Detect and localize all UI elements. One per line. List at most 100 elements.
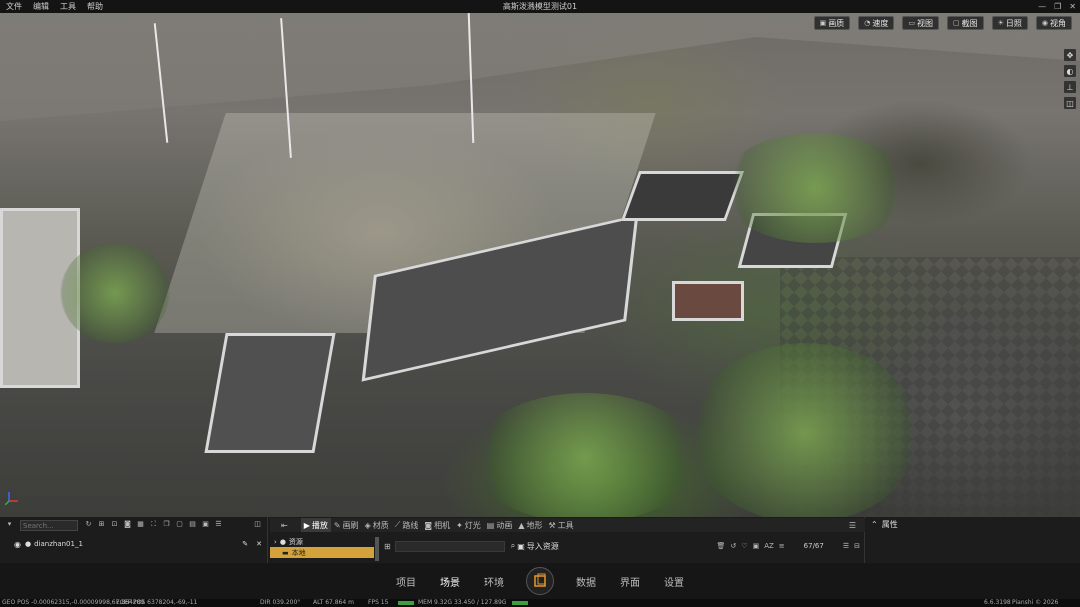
select-icon[interactable]: ⛶	[149, 520, 158, 529]
terrain-icon: ▲	[518, 520, 525, 530]
tab-path[interactable]: ⟋ 路线	[392, 518, 422, 532]
tree-label: 资源	[288, 537, 303, 546]
material-icon: ◈	[364, 520, 371, 530]
tab-animation[interactable]: ▤ 动画	[484, 518, 516, 532]
nav-interface[interactable]: 界面	[620, 574, 640, 589]
splitter-handle[interactable]	[375, 537, 379, 561]
grid-view-icon[interactable]: ⊟	[854, 542, 860, 550]
menu-help[interactable]: 帮助	[85, 0, 112, 13]
vegetation	[60, 243, 170, 343]
tree-item-local[interactable]: ▬ 本地	[270, 547, 374, 558]
tab-tools[interactable]: ⚒ 工具	[546, 518, 577, 532]
list-icon[interactable]: ☰	[214, 520, 223, 529]
ground-icon[interactable]: ⊥	[1064, 81, 1076, 93]
image-icon[interactable]: ▣	[753, 542, 760, 550]
expand-icon[interactable]: ›	[274, 538, 277, 546]
remove-icon[interactable]: ✕	[256, 540, 262, 548]
sunlight-label: 日照	[1005, 18, 1022, 28]
screenshot-button[interactable]: ▢ 截图	[946, 16, 984, 30]
pin-icon: ●	[24, 540, 32, 548]
nav-project[interactable]: 项目	[396, 574, 416, 589]
tab-terrain[interactable]: ▲ 地形	[515, 518, 545, 532]
tab-brush[interactable]: ✎ 画刷	[331, 518, 362, 532]
view-button[interactable]: ▭ 视图	[902, 16, 939, 30]
tab-camera[interactable]: ◙ 相机	[421, 518, 453, 532]
play-icon: ▶	[303, 520, 310, 530]
app-logo-icon[interactable]	[526, 567, 554, 595]
viewport-toolbar: ▣ 画质 ◔ 速度 ▭ 视图 ▢ 截图 ☀ 日照 ◉ 视角	[813, 16, 1072, 30]
minimize-icon[interactable]: —	[1038, 0, 1046, 13]
image-icon[interactable]: ▣	[201, 520, 210, 529]
focus-icon[interactable]: ⊡	[110, 520, 119, 529]
speed-button[interactable]: ◔ 速度	[858, 16, 895, 30]
tab-label: 画刷	[342, 520, 359, 530]
title-bar: 文件 编辑 工具 帮助 高斯泼溅模型测试01 — ❐ ✕	[0, 0, 1080, 13]
item-label: dianzhan01_1	[34, 540, 83, 548]
refresh-icon[interactable]: ↻	[84, 520, 93, 529]
quality-label: 画质	[828, 18, 845, 28]
ecef-position: ECEF POS 6378204,-69,-11	[116, 599, 198, 606]
3d-viewport[interactable]: ▣ 画质 ◔ 速度 ▭ 视图 ▢ 截图 ☀ 日照 ◉ 视角 ✥ ◐ ⊥ ◫	[0, 13, 1080, 517]
asset-tree: › ● 资源 ▬ 本地	[270, 536, 374, 558]
list-view-icon[interactable]: ☰	[843, 542, 849, 550]
list-icon[interactable]: ☰	[846, 518, 859, 532]
sunlight-button[interactable]: ☀ 日照	[991, 16, 1028, 30]
maximize-icon[interactable]: ❐	[1054, 0, 1061, 13]
grid-icon[interactable]: ⊞	[384, 542, 391, 551]
nav-scene[interactable]: 场景	[440, 574, 460, 589]
layers-icon[interactable]: ◫	[1064, 97, 1076, 109]
quality-button[interactable]: ▣ 画质	[813, 16, 851, 30]
favorite-icon[interactable]: ♡	[741, 542, 747, 550]
menu-tools[interactable]: 工具	[58, 0, 85, 13]
delete-icon[interactable]: 🗑	[717, 542, 726, 550]
tab-label: 播放	[311, 520, 328, 530]
menu-file[interactable]: 文件	[4, 0, 31, 13]
fps-meter	[398, 601, 414, 605]
frame-icon[interactable]: ⊞	[97, 520, 106, 529]
menu-edit[interactable]: 编辑	[31, 0, 58, 13]
list-item[interactable]: ◉ ● dianzhan01_1 ✎ ✕	[0, 538, 268, 550]
orbit-icon[interactable]: ◐	[1064, 65, 1076, 77]
content-tabs: ⇤ ▶ 播放 ✎ 画刷 ◈ 材质 ⟋ 路线 ◙ 相机 ✦ 灯光 ▤ 动画 ▲ 地形 ⚒ 工具 ☰	[270, 518, 865, 532]
panel-icon[interactable]: ◫	[253, 520, 262, 529]
collapse-icon[interactable]: ⇤	[278, 518, 291, 532]
copyright: Pianshi © 2026	[1012, 599, 1059, 606]
copy-icon[interactable]: ❐	[162, 520, 171, 529]
tab-material[interactable]: ◈ 材质	[362, 518, 392, 532]
tree-item-resources[interactable]: › ● 资源	[270, 536, 374, 547]
menu-icon[interactable]: ▾	[5, 520, 14, 529]
edit-icon[interactable]: ✎	[242, 540, 248, 548]
building-roof	[204, 333, 336, 453]
move-icon[interactable]: ✥	[1064, 49, 1076, 61]
history-icon[interactable]: ↺	[730, 542, 736, 550]
tab-play[interactable]: ▶ 播放	[300, 518, 331, 532]
collapse-icon[interactable]: ⌃	[871, 520, 878, 529]
film-icon[interactable]: ▦	[136, 520, 145, 529]
vegetation	[720, 133, 910, 243]
perspective-button[interactable]: ◉ 视角	[1035, 16, 1072, 30]
nav-settings[interactable]: 设置	[664, 574, 684, 589]
close-icon[interactable]: ✕	[1069, 0, 1076, 13]
view-icon: ▭	[908, 19, 915, 27]
search-input[interactable]	[20, 520, 78, 531]
axis-gizmo-icon	[5, 492, 18, 505]
nav-environment[interactable]: 环境	[484, 574, 504, 589]
window-controls: — ❐ ✕	[1038, 0, 1076, 13]
import-button[interactable]: ⌕ ▣ 导入资源	[511, 541, 559, 552]
tool-icon: ⚒	[548, 520, 556, 530]
tab-label: 路线	[402, 520, 419, 530]
box-icon[interactable]: ▢	[175, 520, 184, 529]
tab-label: 相机	[434, 520, 451, 530]
visibility-icon[interactable]: ◉	[14, 540, 21, 549]
filter-icon[interactable]: ≡	[779, 542, 785, 550]
nav-data[interactable]: 数据	[576, 574, 596, 589]
status-bar: GEO POS -0.00062315,-0.00009998,67.86428…	[0, 599, 1080, 607]
folder-icon[interactable]: ▤	[188, 520, 197, 529]
window-title: 高斯泼溅模型测试01	[502, 2, 578, 11]
tab-light[interactable]: ✦ 灯光	[453, 518, 484, 532]
asset-path-field[interactable]	[394, 540, 505, 552]
camera-icon[interactable]: ◙	[123, 520, 132, 529]
camera-icon: ◙	[424, 520, 433, 530]
sort-az-icon[interactable]: AZ	[764, 542, 774, 550]
tab-label: 工具	[557, 520, 574, 530]
